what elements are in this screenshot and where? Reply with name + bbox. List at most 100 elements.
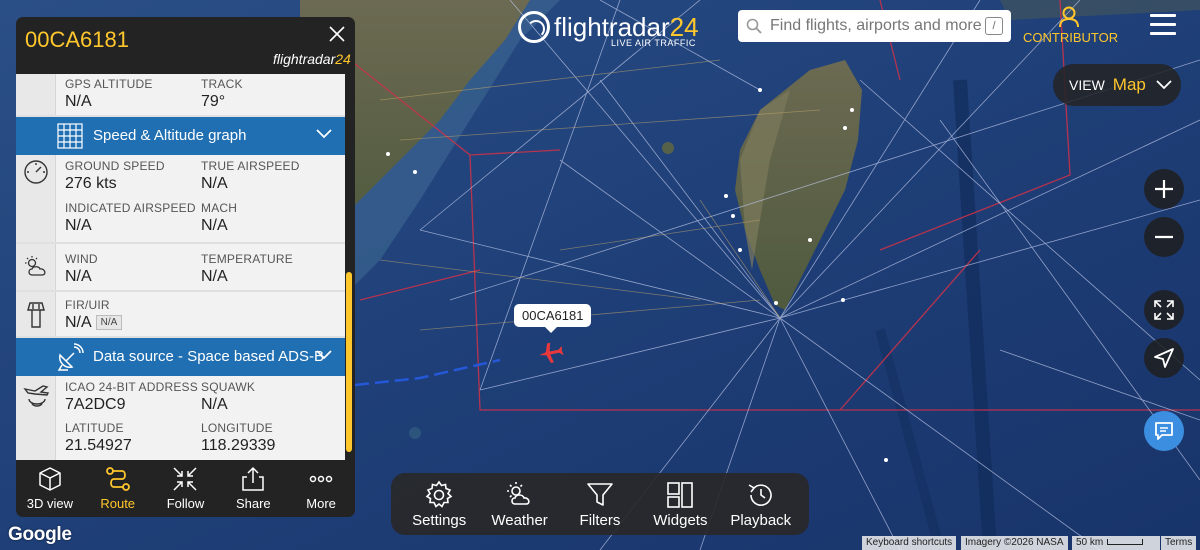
ground-speed-field: GROUND SPEED 276 kts — [65, 159, 165, 193]
latitude-label: LATITUDE — [65, 421, 124, 435]
gps-altitude-field: GPS ALTITUDE N/A — [65, 77, 153, 111]
follow-icon — [173, 467, 198, 491]
flight-info-panel: 00CA6181 flightradar24 GPS ALTITUDE N/A … — [16, 17, 355, 517]
chevron-down-icon — [1156, 80, 1172, 90]
indicated-airspeed-label: INDICATED AIRSPEED — [65, 201, 196, 215]
share-button[interactable]: Share — [219, 460, 287, 517]
filters-button[interactable]: Filters — [560, 480, 640, 529]
track-field: TRACK 79° — [201, 77, 243, 111]
weather-section: WIND N/A TEMPERATURE N/A — [16, 244, 345, 292]
indicated-airspeed-value: N/A — [65, 217, 92, 234]
contributor-button[interactable]: CONTRIBUTOR — [1023, 6, 1119, 45]
data-source-label: Data source - Space based ADS-B — [93, 348, 324, 365]
latitude-field: LATITUDE 21.54927 — [65, 421, 132, 455]
logo-subtitle: LIVE AIR TRAFFIC — [611, 38, 696, 48]
my-location-button[interactable] — [1144, 338, 1184, 378]
ground-speed-value: 276 kts — [65, 175, 117, 192]
user-icon — [1059, 6, 1079, 28]
squawk-label: SQUAWK — [201, 380, 256, 394]
mach-value: N/A — [201, 217, 228, 234]
panel-header: 00CA6181 flightradar24 — [16, 17, 355, 74]
graph-grid-icon — [57, 123, 83, 149]
identification-section: ICAO 24-BIT ADDRESS 7A2DC9 SQUAWK N/A LA… — [16, 376, 345, 460]
true-airspeed-field: TRUE AIRSPEED N/A — [201, 159, 300, 193]
temperature-field: TEMPERATURE N/A — [201, 252, 293, 286]
close-icon[interactable] — [327, 24, 347, 44]
panel-scroll-area[interactable]: GPS ALTITUDE N/A TRACK 79° Speed & Altit… — [16, 74, 345, 460]
radar-logo-icon — [518, 11, 550, 43]
scale-label: 50 km — [1076, 537, 1104, 548]
zoom-out-button[interactable] — [1144, 217, 1184, 257]
plus-icon — [1155, 180, 1173, 198]
widgets-button[interactable]: Widgets — [640, 480, 720, 529]
search-bar[interactable]: / — [738, 10, 1011, 42]
fir-field: FIR/UIR N/A N/A — [65, 298, 123, 332]
menu-icon[interactable] — [1150, 14, 1176, 36]
settings-button[interactable]: Settings — [399, 480, 479, 529]
control-tower-icon — [27, 302, 45, 328]
share-label: Share — [235, 496, 271, 511]
fir-label: FIR/UIR — [65, 298, 110, 312]
more-icon — [309, 475, 333, 483]
panel-scrollbar-thumb[interactable] — [346, 272, 352, 452]
speed-altitude-graph-label: Speed & Altitude graph — [93, 127, 247, 144]
flightradar24-logo[interactable]: flightradar24 LIVE AIR TRAFFIC — [518, 6, 699, 48]
route-icon — [105, 467, 130, 491]
data-source-bar[interactable]: Data source - Space based ADS-B — [16, 338, 345, 376]
follow-button[interactable]: Follow — [152, 460, 220, 517]
filters-label: Filters — [579, 511, 621, 529]
feedback-chat-button[interactable] — [1144, 411, 1184, 451]
view-label: VIEW — [1069, 77, 1105, 93]
google-logo: Google — [8, 524, 72, 545]
speed-altitude-graph-bar[interactable]: Speed & Altitude graph — [16, 117, 345, 155]
weather-button[interactable]: Weather — [480, 480, 560, 529]
track-value: 79° — [201, 93, 226, 110]
more-label: More — [306, 496, 336, 511]
weather-icon — [506, 481, 530, 505]
minus-icon — [1155, 235, 1173, 239]
settings-label: Settings — [412, 511, 467, 529]
search-shortcut-key: / — [985, 17, 1003, 35]
zoom-in-button[interactable] — [1144, 169, 1184, 209]
flight-callsign: 00CA6181 — [25, 27, 129, 52]
route-button[interactable]: Route — [84, 460, 152, 517]
keyboard-shortcuts-link[interactable]: Keyboard shortcuts — [862, 536, 957, 550]
widgets-label: Widgets — [653, 511, 708, 529]
panel-action-bar: 3D view Route Follow Share More — [16, 460, 355, 517]
latitude-value: 21.54927 — [65, 437, 132, 454]
fir-value: N/A — [65, 314, 92, 331]
3d-view-button[interactable]: 3D view — [16, 460, 84, 517]
temperature-label: TEMPERATURE — [201, 252, 293, 266]
ground-speed-label: GROUND SPEED — [65, 159, 165, 173]
fir-badge: N/A — [95, 315, 123, 331]
gear-icon — [425, 480, 453, 508]
playback-button[interactable]: Playback — [721, 480, 801, 529]
view-value: Map — [1112, 75, 1146, 94]
panel-brand-main: flightradar — [273, 51, 336, 67]
bottom-toolbar: Settings Weather Filters Widgets Playbac… — [391, 473, 809, 535]
wind-field: WIND N/A — [65, 252, 98, 286]
3d-view-label: 3D view — [26, 496, 74, 511]
altitude-section: GPS ALTITUDE N/A TRACK 79° — [16, 74, 345, 117]
icao-address-label: ICAO 24-BIT ADDRESS — [65, 380, 198, 394]
panel-brand-num: 24 — [335, 51, 351, 67]
true-airspeed-value: N/A — [201, 175, 228, 192]
gps-altitude-label: GPS ALTITUDE — [65, 77, 153, 91]
mach-field: MACH N/A — [201, 201, 237, 235]
gps-altitude-value: N/A — [65, 93, 92, 110]
fir-section: FIR/UIR N/A N/A — [16, 292, 345, 338]
longitude-label: LONGITUDE — [201, 421, 273, 435]
search-icon — [746, 18, 762, 34]
temperature-value: N/A — [201, 268, 228, 285]
aircraft-label[interactable]: 00CA6181 — [514, 304, 592, 333]
search-input[interactable] — [770, 17, 985, 35]
fullscreen-button[interactable] — [1144, 290, 1184, 330]
weather-icon — [25, 256, 46, 276]
terms-link[interactable]: Terms — [1161, 536, 1197, 550]
follow-label: Follow — [166, 496, 205, 511]
more-button[interactable]: More — [287, 460, 355, 517]
view-selector[interactable]: VIEW Map — [1053, 64, 1181, 106]
satellite-dish-icon — [57, 343, 84, 371]
contributor-label: CONTRIBUTOR — [1023, 30, 1119, 45]
filter-icon — [587, 482, 613, 506]
